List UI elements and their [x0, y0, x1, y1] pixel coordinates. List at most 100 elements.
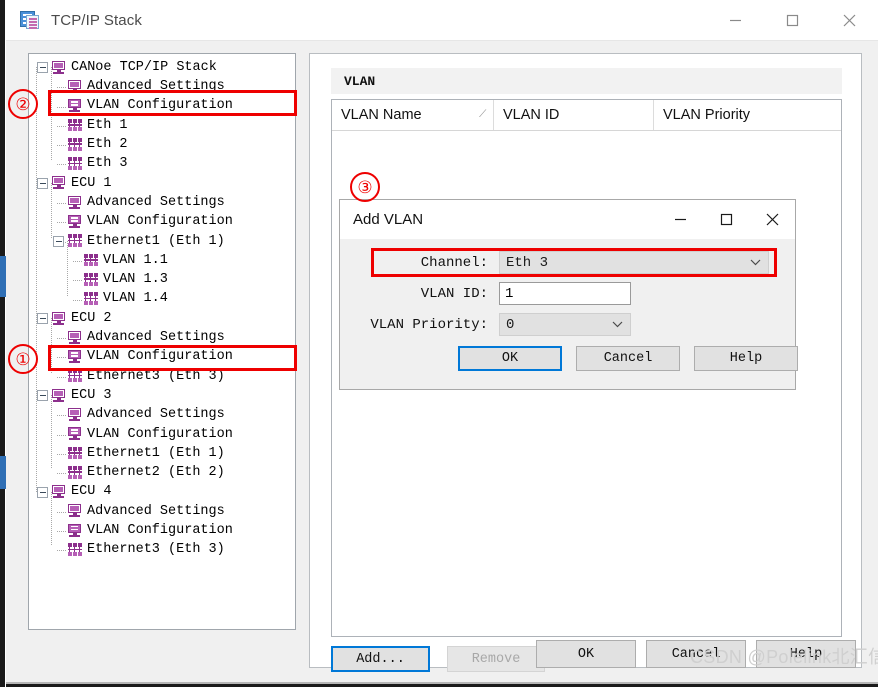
tree-expander-collapse-icon[interactable] — [37, 486, 48, 498]
remove-vlan-button: Remove — [447, 646, 545, 672]
dialog-minimize-icon[interactable] — [657, 200, 703, 239]
column-header-vlan-priority-label: VLAN Priority — [663, 107, 751, 123]
network-channel-icon — [83, 292, 99, 306]
tree-item-label: Ethernet1 (Eth 1) — [87, 445, 225, 461]
tree-item[interactable]: Eth 2 — [35, 135, 295, 154]
dialog-close-icon[interactable] — [749, 200, 795, 239]
tree-item[interactable]: Ethernet3 (Eth 3) — [35, 367, 295, 386]
tree-item-label: Ethernet2 (Eth 2) — [87, 465, 225, 481]
tree-expander-collapse-icon[interactable] — [53, 235, 64, 247]
dialog-maximize-icon[interactable] — [703, 200, 749, 239]
vlan-configuration-icon — [67, 99, 83, 113]
tree-item-label: VLAN 1.1 — [103, 252, 168, 268]
tree-item[interactable]: VLAN Configuration — [35, 97, 295, 116]
tree-item[interactable]: Ethernet3 (Eth 3) — [35, 540, 295, 559]
window-titlebar: TCP/IP Stack — [6, 0, 878, 40]
tree-item[interactable]: Advanced Settings — [35, 328, 295, 347]
tree-guide-line — [57, 145, 66, 147]
tree-item[interactable]: Eth 1 — [35, 116, 295, 135]
vlan-list-actions: Add... Remove — [331, 646, 545, 672]
tree-item[interactable]: ECU 4 — [35, 483, 295, 502]
cancel-button[interactable]: Cancel — [646, 640, 746, 668]
tree-item-label: CANoe TCP/IP Stack — [71, 59, 217, 75]
tree-item-label: VLAN Configuration — [87, 98, 233, 114]
tree-item-label: Advanced Settings — [87, 407, 225, 423]
tree-item[interactable]: Eth 3 — [35, 154, 295, 173]
column-header-vlan-id-label: VLAN ID — [503, 107, 560, 123]
tree-guide-line — [73, 260, 82, 262]
vlan-priority-select[interactable]: 0 — [499, 313, 631, 336]
tree-item[interactable]: VLAN 1.3 — [35, 270, 295, 289]
add-vlan-buttons: OK Cancel Help — [458, 346, 798, 371]
tree-item[interactable]: VLAN Configuration — [35, 347, 295, 366]
tree-item[interactable]: VLAN 1.4 — [35, 290, 295, 309]
tree-guide-line — [57, 203, 66, 205]
tree-guide-line — [57, 415, 66, 417]
tree-item-label: Eth 1 — [87, 117, 128, 133]
tree-guide-line — [57, 222, 66, 224]
vlan-priority-label: VLAN Priority: — [370, 316, 488, 333]
dialog-cancel-button[interactable]: Cancel — [576, 346, 680, 371]
tree-expander-collapse-icon[interactable] — [37, 313, 48, 324]
ok-button[interactable]: OK — [536, 640, 636, 668]
tree-expander-collapse-icon[interactable] — [37, 177, 48, 189]
tree-item[interactable]: Ethernet2 (Eth 2) — [35, 463, 295, 482]
channel-select[interactable]: Eth 3 — [499, 251, 769, 274]
stack-tree[interactable]: CANoe TCP/IP Stack Advanced Settings VLAN … — [29, 54, 295, 560]
tree-guide-line — [57, 106, 66, 108]
tree-item-label: VLAN Configuration — [87, 523, 233, 539]
tree-guide-line — [57, 511, 66, 513]
tree-item[interactable]: Advanced Settings — [35, 193, 295, 212]
maximize-icon[interactable] — [764, 0, 821, 40]
stack-tree-panel[interactable]: CANoe TCP/IP Stack Advanced Settings VLAN … — [28, 53, 296, 630]
dialog-help-button[interactable]: Help — [694, 346, 798, 371]
tree-item[interactable]: ECU 3 — [35, 386, 295, 405]
column-header-vlan-name[interactable]: VLAN Name ⁄ — [332, 100, 493, 130]
window-title: TCP/IP Stack — [51, 11, 142, 29]
tree-guide-line — [57, 453, 66, 455]
tree-item[interactable]: ECU 1 — [35, 174, 295, 193]
computer-node-icon — [51, 311, 67, 326]
network-channel-icon — [67, 234, 83, 248]
vlan-configuration-icon — [67, 350, 83, 364]
tree-item[interactable]: Advanced Settings — [35, 77, 295, 96]
tree-item[interactable]: VLAN 1.1 — [35, 251, 295, 270]
tree-item[interactable]: ECU 2 — [35, 309, 295, 328]
tree-item[interactable]: Advanced Settings — [35, 502, 295, 521]
tree-expander-collapse-icon[interactable] — [37, 390, 48, 402]
tree-item[interactable]: VLAN Configuration — [35, 521, 295, 540]
help-button[interactable]: Help — [756, 640, 856, 668]
minimize-icon[interactable] — [707, 0, 764, 40]
background-window-sliver-dark-bottom — [0, 489, 5, 687]
tree-item[interactable]: VLAN Configuration — [35, 212, 295, 231]
computer-node-icon — [51, 388, 67, 403]
tree-item[interactable]: Ethernet1 (Eth 1) — [35, 444, 295, 463]
chevron-down-icon — [750, 255, 761, 271]
chevron-down-icon — [612, 317, 623, 333]
tree-item-label: ECU 1 — [71, 175, 112, 191]
tree-item[interactable]: Advanced Settings — [35, 405, 295, 424]
tree-guide-line — [73, 280, 82, 282]
tree-item-label: Ethernet3 (Eth 3) — [87, 542, 225, 558]
vlan-id-input[interactable]: 1 — [499, 282, 631, 305]
tree-expander-collapse-icon[interactable] — [37, 62, 48, 74]
close-icon[interactable] — [821, 0, 878, 40]
tree-guide-line — [57, 473, 66, 475]
add-vlan-window-controls — [657, 200, 795, 239]
dialog-ok-button[interactable]: OK — [458, 346, 562, 371]
column-header-vlan-priority[interactable]: VLAN Priority — [653, 100, 841, 130]
vlan-configuration-icon — [67, 215, 83, 229]
tree-guide-line — [57, 550, 66, 552]
tree-guide-line — [57, 531, 66, 533]
add-vlan-title: Add VLAN — [353, 211, 424, 228]
tree-item-label: ECU 2 — [71, 310, 112, 326]
network-channel-icon — [67, 446, 83, 461]
add-vlan-body: Channel: Eth 3 VLAN ID: 1 VLAN Priority:… — [340, 239, 798, 389]
tree-item[interactable]: VLAN Configuration — [35, 425, 295, 444]
channel-select-value: Eth 3 — [506, 254, 549, 271]
tree-item[interactable]: CANoe TCP/IP Stack — [35, 58, 295, 77]
add-vlan-button[interactable]: Add... — [331, 646, 430, 672]
column-header-vlan-id[interactable]: VLAN ID — [493, 100, 653, 130]
tree-item[interactable]: Ethernet1 (Eth 1) — [35, 232, 295, 251]
column-header-vlan-name-label: VLAN Name — [341, 107, 422, 123]
